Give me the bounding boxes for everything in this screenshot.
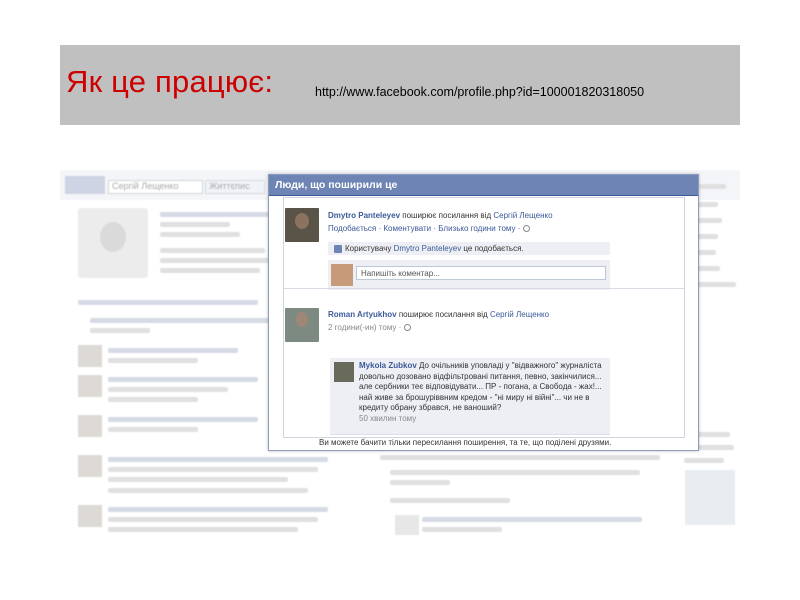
post-line [390, 480, 450, 485]
post-line [422, 517, 642, 522]
post-line [422, 527, 502, 532]
quote-time[interactable]: 50 хвилин тому [359, 414, 416, 423]
like-line-prefix: Користувачу [345, 244, 394, 253]
post-line [108, 387, 228, 392]
post-line [108, 477, 288, 482]
post-line [160, 248, 265, 253]
comment-avatar [78, 455, 102, 477]
shares-list: Dmytro Panteleyev поширює посилання від … [283, 197, 685, 438]
share-author-avatar[interactable] [285, 208, 319, 242]
sidebar-line [684, 458, 724, 463]
post-line [390, 470, 640, 475]
sidebar-photo [685, 470, 735, 525]
post-line [108, 397, 198, 402]
share-author-avatar[interactable] [285, 308, 319, 342]
post-line [108, 427, 198, 432]
post-line [108, 527, 298, 532]
share-header: Dmytro Panteleyev поширює посилання від … [328, 211, 553, 220]
facebook-logo [65, 176, 105, 194]
post-line [78, 300, 258, 305]
share-author-link[interactable]: Roman Artyukhov [328, 310, 397, 319]
sidebar-line [696, 218, 722, 223]
post-line [390, 498, 510, 503]
share-action-text: поширює посилання від [396, 310, 490, 319]
post-line [160, 258, 270, 263]
post-line [160, 212, 270, 217]
comment-avatar [78, 505, 102, 527]
share-time-text[interactable]: 2 години(-ин) тому · [328, 323, 401, 332]
sidebar-line [696, 282, 736, 287]
share-source-link[interactable]: Сергій Лещенко [493, 211, 552, 220]
like-line-suffix: це подобається. [461, 244, 524, 253]
quote-author-avatar[interactable] [334, 362, 354, 382]
profile-avatar [78, 208, 148, 278]
sidebar-line [696, 234, 718, 239]
quote-author-link[interactable]: Mykola Zubkov [359, 361, 417, 370]
share-header: Roman Artyukhov поширює посилання від Се… [328, 310, 549, 319]
quote-body: Mykola Zubkov До очільників уповладі у "… [359, 361, 607, 425]
globe-icon [403, 324, 411, 332]
sidebar-line [696, 266, 720, 271]
profile-url-link[interactable]: http://www.facebook.com/profile.php?id=1… [315, 85, 644, 99]
share-action-text: поширює посилання від [400, 211, 494, 220]
comment-input[interactable]: Напишіть коментар... [356, 266, 606, 280]
post-line [108, 348, 238, 353]
post-line [160, 268, 260, 273]
commenter-avatar [331, 264, 353, 286]
share-source-link[interactable]: Сергій Лещенко [490, 310, 549, 319]
shared-comment: Mykola Zubkov До очільників уповладі у "… [330, 358, 610, 435]
post-line [108, 488, 308, 493]
sidebar-line [696, 250, 716, 255]
post-line [160, 222, 230, 227]
dialog-title: Люди, що поширили це [275, 179, 398, 191]
post-line [90, 328, 150, 333]
post-line [108, 507, 328, 512]
profile-name-box[interactable]: Сергій Лещенко [108, 180, 203, 194]
share-author-link[interactable]: Dmytro Panteleyev [328, 211, 400, 220]
sidebar-line [696, 202, 718, 207]
comment-avatar [78, 375, 102, 397]
dialog-titlebar: Люди, що поширили це [269, 175, 698, 196]
comment-avatar [395, 515, 419, 535]
post-line [108, 417, 258, 422]
share-divider [284, 288, 684, 289]
share-actions-text[interactable]: Подобається · Коментувати · Близько годи… [328, 224, 520, 233]
thumbs-up-icon [334, 244, 342, 253]
post-line [108, 457, 328, 462]
post-line [380, 455, 660, 460]
dialog-footer: Ви можете бачити тільки пересилання поши… [319, 438, 612, 447]
nav-tab-timeline[interactable]: Життєпис [205, 180, 265, 194]
share-timestamp: 2 години(-ин) тому · [328, 323, 411, 332]
slide-title: Як це працює: [66, 64, 274, 99]
post-line [160, 232, 240, 237]
comment-avatar [78, 345, 102, 367]
globe-icon [522, 225, 530, 233]
shares-dialog: Люди, що поширили це Dmytro Panteleyev п… [268, 174, 699, 451]
sidebar-line [696, 184, 726, 189]
like-line: Користувачу Dmytro Panteleyev це подобає… [334, 244, 524, 253]
comment-avatar [78, 415, 102, 437]
share-actions: Подобається · Коментувати · Близько годи… [328, 224, 530, 233]
post-line [108, 517, 318, 522]
post-line [108, 467, 318, 472]
post-line [108, 377, 258, 382]
post-line [108, 358, 198, 363]
like-user-link[interactable]: Dmytro Panteleyev [394, 244, 462, 253]
post-line [90, 318, 270, 323]
